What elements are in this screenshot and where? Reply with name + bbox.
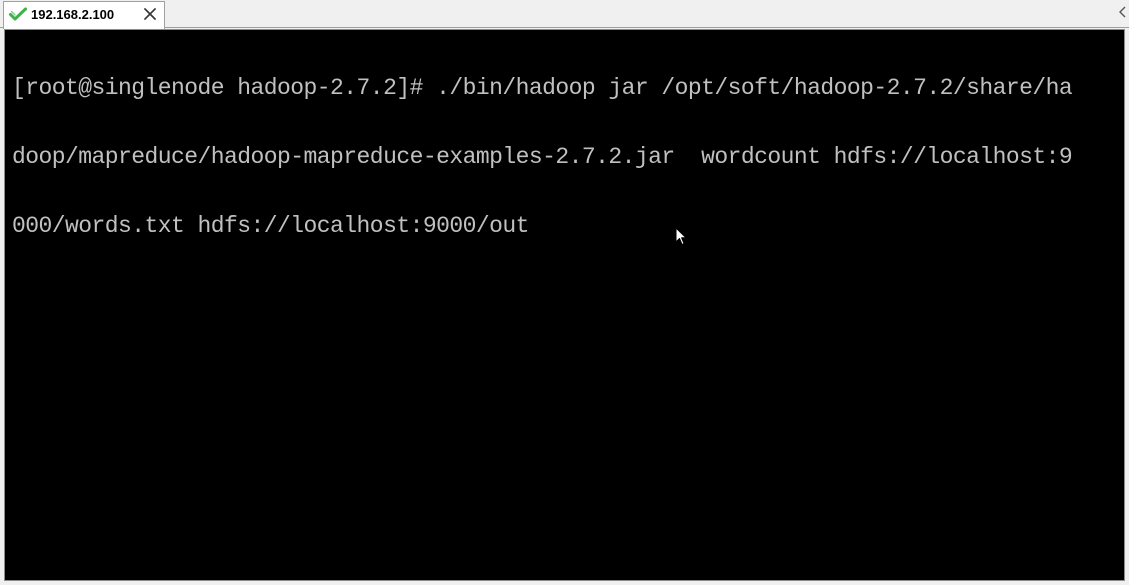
terminal-window: 192.168.2.100 [root@singlenode hadoop-2.… — [0, 0, 1129, 585]
terminal-line: [root@singlenode hadoop-2.7.2]# ./bin/ha… — [12, 75, 1073, 101]
tab-title: 192.168.2.100 — [31, 7, 115, 22]
tab-bar: 192.168.2.100 — [0, 0, 1129, 29]
green-check-icon — [9, 7, 27, 21]
window-bottom-border — [0, 581, 1129, 585]
terminal-output: [root@singlenode hadoop-2.7.2]# ./bin/ha… — [12, 31, 1124, 284]
session-tab[interactable]: 192.168.2.100 — [3, 1, 165, 29]
close-icon[interactable] — [143, 7, 157, 21]
terminal-line: 000/words.txt hdfs://localhost:9000/out — [12, 213, 529, 239]
terminal-line: doop/mapreduce/hadoop-mapreduce-examples… — [12, 144, 1073, 170]
terminal-screen[interactable]: [root@singlenode hadoop-2.7.2]# ./bin/ha… — [4, 29, 1125, 581]
scroll-left-arrow-icon[interactable] — [1118, 6, 1127, 18]
